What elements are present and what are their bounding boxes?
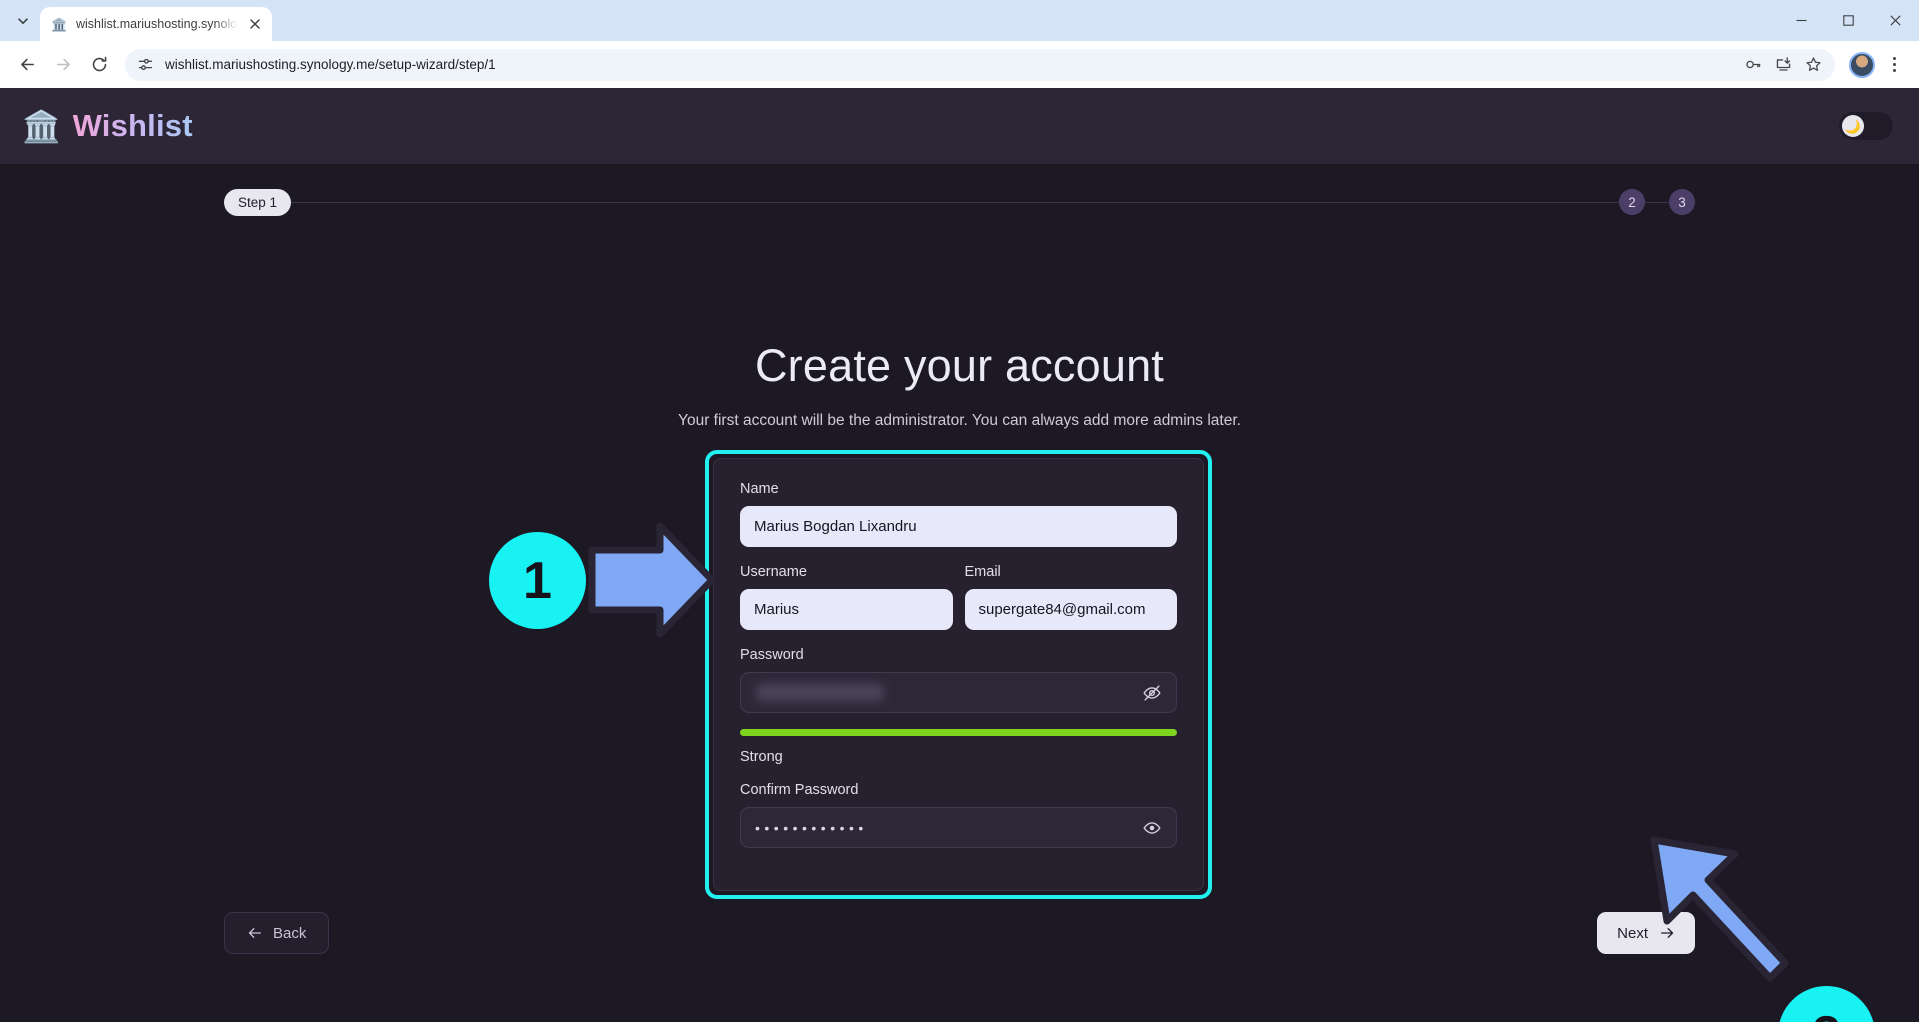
stepper: Step 1 2 3 — [224, 188, 1695, 216]
install-app-icon[interactable] — [1769, 51, 1797, 79]
eye-off-icon[interactable] — [1141, 682, 1163, 704]
name-input[interactable]: Marius Bogdan Lixandru — [740, 506, 1177, 547]
reload-button[interactable] — [82, 48, 116, 82]
back-button[interactable]: Back — [224, 912, 330, 954]
step-indicator-1[interactable]: Step 1 — [224, 188, 292, 216]
theme-toggle[interactable]: 🌙 — [1839, 112, 1893, 140]
app-header: 🏛️ Wishlist 🌙 — [0, 88, 1919, 164]
browser-tab[interactable]: 🏛️ wishlist.mariushosting.synology — [40, 7, 272, 41]
tab-strip: 🏛️ wishlist.mariushosting.synology — [0, 0, 1919, 41]
email-input[interactable]: supergate84@gmail.com — [964, 589, 1177, 630]
password-strength-bar — [740, 729, 1177, 736]
email-label: Email — [964, 564, 1001, 580]
tab-search-button[interactable] — [6, 4, 40, 38]
arrow-1-icon — [588, 522, 716, 638]
browser-toolbar: wishlist.mariushosting.synology.me/setup… — [0, 41, 1919, 88]
toolbar-right — [1843, 50, 1909, 80]
maximize-icon[interactable] — [1825, 0, 1872, 41]
moon-icon: 🌙 — [1842, 115, 1864, 137]
username-field-group: Username Marius — [740, 564, 953, 630]
account-form-card: Name Marius Bogdan Lixandru Username Mar… — [705, 450, 1212, 899]
minimize-icon[interactable] — [1778, 0, 1825, 41]
back-button[interactable] — [10, 48, 44, 82]
page-content: 🏛️ Wishlist 🌙 Step 1 2 3 Create your acc… — [0, 88, 1919, 1022]
confirm-password-input[interactable]: •••••••••••• — [740, 807, 1177, 848]
step-1-label: Step 1 — [238, 194, 278, 210]
page-title: Wishlist — [72, 108, 193, 143]
password-input[interactable] — [740, 672, 1177, 713]
password-field-group: Password — [740, 647, 1177, 713]
heading-title: Create your account — [754, 340, 1165, 391]
reload-icon — [92, 56, 106, 72]
browser-window: 🏛️ wishlist.mariushosting.synology wishl… — [0, 0, 1919, 1022]
confirm-password-label: Confirm Password — [740, 782, 859, 798]
confirm-password-masked-value: •••••••••••• — [755, 819, 868, 836]
scroll-icon: 🏛️ — [51, 16, 68, 32]
chevron-down-icon — [18, 18, 28, 24]
stepper-line-2 — [1645, 201, 1669, 203]
brand[interactable]: 🏛️ Wishlist — [22, 108, 193, 144]
eye-icon[interactable] — [1141, 817, 1163, 839]
account-form: Name Marius Bogdan Lixandru Username Mar… — [713, 458, 1204, 891]
avatar[interactable] — [1849, 51, 1875, 78]
annotation-badge-2: 2 — [1778, 986, 1875, 1022]
password-masked-value — [755, 684, 885, 701]
window-close-icon[interactable] — [1872, 0, 1919, 41]
next-button-label: Next — [1617, 924, 1648, 942]
site-settings-icon[interactable] — [137, 56, 155, 73]
tab-title: wishlist.mariushosting.synology — [76, 17, 238, 31]
scroll-icon: 🏛️ — [22, 108, 61, 144]
star-icon[interactable] — [1799, 51, 1827, 79]
arrow-right-icon — [56, 58, 70, 71]
name-field-group: Name Marius Bogdan Lixandru — [740, 481, 1177, 547]
arrow-left-icon — [20, 58, 34, 71]
name-label: Name — [740, 481, 779, 497]
arrow-left-icon — [248, 928, 261, 938]
step-2-label: 2 — [1628, 194, 1636, 210]
arrow-2-icon — [1650, 836, 1789, 982]
step-indicator-2[interactable]: 2 — [1619, 189, 1645, 215]
stepper-line-1 — [291, 201, 1619, 203]
address-bar[interactable]: wishlist.mariushosting.synology.me/setup… — [125, 48, 1835, 81]
url-text[interactable]: wishlist.mariushosting.synology.me/setup… — [165, 57, 1729, 72]
step-3-label: 3 — [1678, 194, 1686, 210]
three-dots-icon[interactable] — [1879, 50, 1909, 80]
forward-button[interactable] — [46, 48, 80, 82]
username-email-row: Username Marius Email supergate84@gmail.… — [740, 564, 1177, 630]
next-button[interactable]: Next — [1597, 912, 1695, 954]
password-label: Password — [740, 647, 804, 663]
step-indicator-3[interactable]: 3 — [1669, 189, 1695, 215]
heading-subtitle: Your first account will be the administr… — [678, 412, 1241, 429]
arrow-right-icon — [1661, 928, 1674, 938]
back-button-label: Back — [273, 924, 307, 942]
confirm-password-field-group: Confirm Password •••••••••••• — [740, 782, 1177, 848]
email-field-group: Email supergate84@gmail.com — [964, 564, 1177, 630]
key-icon[interactable] — [1739, 51, 1767, 79]
password-strength-label: Strong — [740, 749, 783, 765]
annotation-badge-1: 1 — [489, 532, 586, 629]
username-input[interactable]: Marius — [740, 589, 953, 630]
close-icon[interactable] — [246, 15, 264, 33]
omnibox-actions — [1739, 51, 1827, 79]
username-label: Username — [740, 564, 807, 580]
window-controls — [1778, 0, 1919, 41]
